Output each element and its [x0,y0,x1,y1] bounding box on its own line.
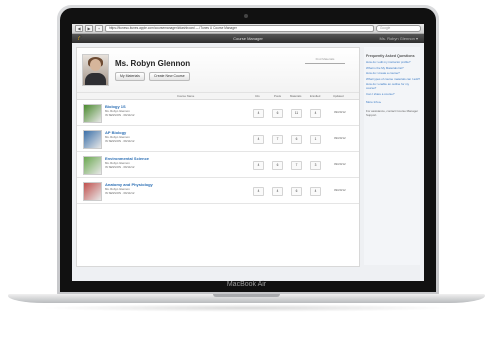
header-updated: Updated [333,94,344,98]
header-posts: Posts [274,94,281,98]
faq-link[interactable]: How do I create a course? [366,72,420,76]
course-info-count[interactable]: 4 [253,161,264,170]
camera-icon [244,14,248,18]
course-posts-count[interactable]: 6 [272,161,283,170]
instructor-profile: Ms. Robyn Glennon My Materials Create Ne… [77,48,359,93]
course-info-count[interactable]: 4 [253,109,264,118]
add-tab-button[interactable]: + [95,25,103,32]
support-note: For assistance, contact Course Manager S… [366,109,419,117]
course-enrolled-count[interactable]: 4 [310,187,321,196]
course-updated-date: 09/20/12 [334,162,346,166]
header-enrolled: Enrolled [310,94,321,98]
course-thumbnail[interactable] [83,156,102,175]
my-materials-button[interactable]: My Materials [115,72,145,81]
avatar[interactable] [82,54,109,86]
browser-toolbar: ◀ ▶ + https://itunesu.itunes.apple.com/c… [72,24,424,34]
user-menu[interactable]: Ms. Robyn Glennon ▾ [380,36,418,41]
course-thumbnail[interactable] [83,104,102,123]
address-bar[interactable]: https://itunesu.itunes.apple.com/coursem… [105,25,374,32]
course-thumbnail[interactable] [83,130,102,149]
course-enrolled-count[interactable]: 4 [310,109,321,118]
course-materials-count[interactable]: 7 [291,161,302,170]
course-posts-count[interactable]: 6 [272,109,283,118]
faq-link[interactable]: What is the My Materials list? [366,66,420,71]
course-enrolled-count[interactable]: 1 [310,135,321,144]
course-info-count[interactable]: 4 [253,135,264,144]
faq-sidebar: Frequently Asked Questions How do I edit… [364,47,420,265]
faq-link[interactable]: How do I edit my instructor profile? [366,60,420,65]
table-row[interactable]: Environmental Science Ms. Robyn Glennon IN… [77,152,359,178]
course-updated-date: 09/20/12 [334,136,346,140]
course-updated-date: 09/20/12 [334,110,346,114]
table-row[interactable]: Biology 1S Ms. Robyn Glennon IN SESSION · … [77,100,359,126]
course-materials-count[interactable]: 6 [291,187,302,196]
instructor-name: Ms. Robyn Glennon [115,59,191,68]
course-status: IN SESSION · 09/14/12 [105,191,135,195]
faq-link[interactable]: What types of course materials can I add… [366,77,420,82]
faq-heading: Frequently Asked Questions [366,54,415,58]
find-materials-field[interactable]: Find Materials [305,57,345,64]
course-list-panel: Ms. Robyn Glennon My Materials Create Ne… [76,47,360,267]
forward-button[interactable]: ▶ [85,25,93,32]
course-thumbnail[interactable] [83,182,102,201]
table-header: Course Name Info Posts Materials Enrolle… [77,93,359,100]
table-row[interactable]: AP Biology Ms. Robyn Glennon IN SESSION · … [77,126,359,152]
course-materials-count[interactable]: 11 [291,109,302,118]
course-posts-count[interactable]: 4 [272,187,283,196]
back-button[interactable]: ◀ [75,25,83,32]
course-info-count[interactable]: 4 [253,187,264,196]
course-enrolled-count[interactable]: 3 [310,161,321,170]
faq-link[interactable]: Can I share a course? [366,92,420,97]
app-title: Course Manager [233,36,263,41]
browser-search-field[interactable]: Google [376,25,421,32]
course-status: IN SESSION · 09/14/12 [105,165,135,169]
laptop-shadow [40,304,453,312]
course-status: IN SESSION · 09/14/12 [105,113,135,117]
screen: ◀ ▶ + https://itunesu.itunes.apple.com/c… [72,24,424,281]
course-updated-date: 09/20/12 [334,188,346,192]
more-info-link[interactable]: More Info ▸ [366,100,420,104]
create-course-button[interactable]: Create New Course [149,72,190,81]
course-status: IN SESSION · 09/14/12 [105,139,135,143]
device-brand-label: MacBook Air [226,281,267,288]
course-materials-count[interactable]: 6 [291,135,302,144]
app-header: 🎓 Course Manager Ms. Robyn Glennon ▾ [72,34,424,43]
course-posts-count[interactable]: 7 [272,135,283,144]
header-info: Info [255,94,260,98]
faq-link[interactable]: How do I enable an outline for my course… [366,83,420,90]
table-row[interactable]: Anatomy and Physiology Ms. Robyn Glennon I… [77,178,359,204]
laptop-notch [213,294,280,297]
header-materials: Materials [290,94,302,98]
header-course: Course Name [177,94,195,98]
course-rows: Biology 1S Ms. Robyn Glennon IN SESSION · … [77,100,359,204]
